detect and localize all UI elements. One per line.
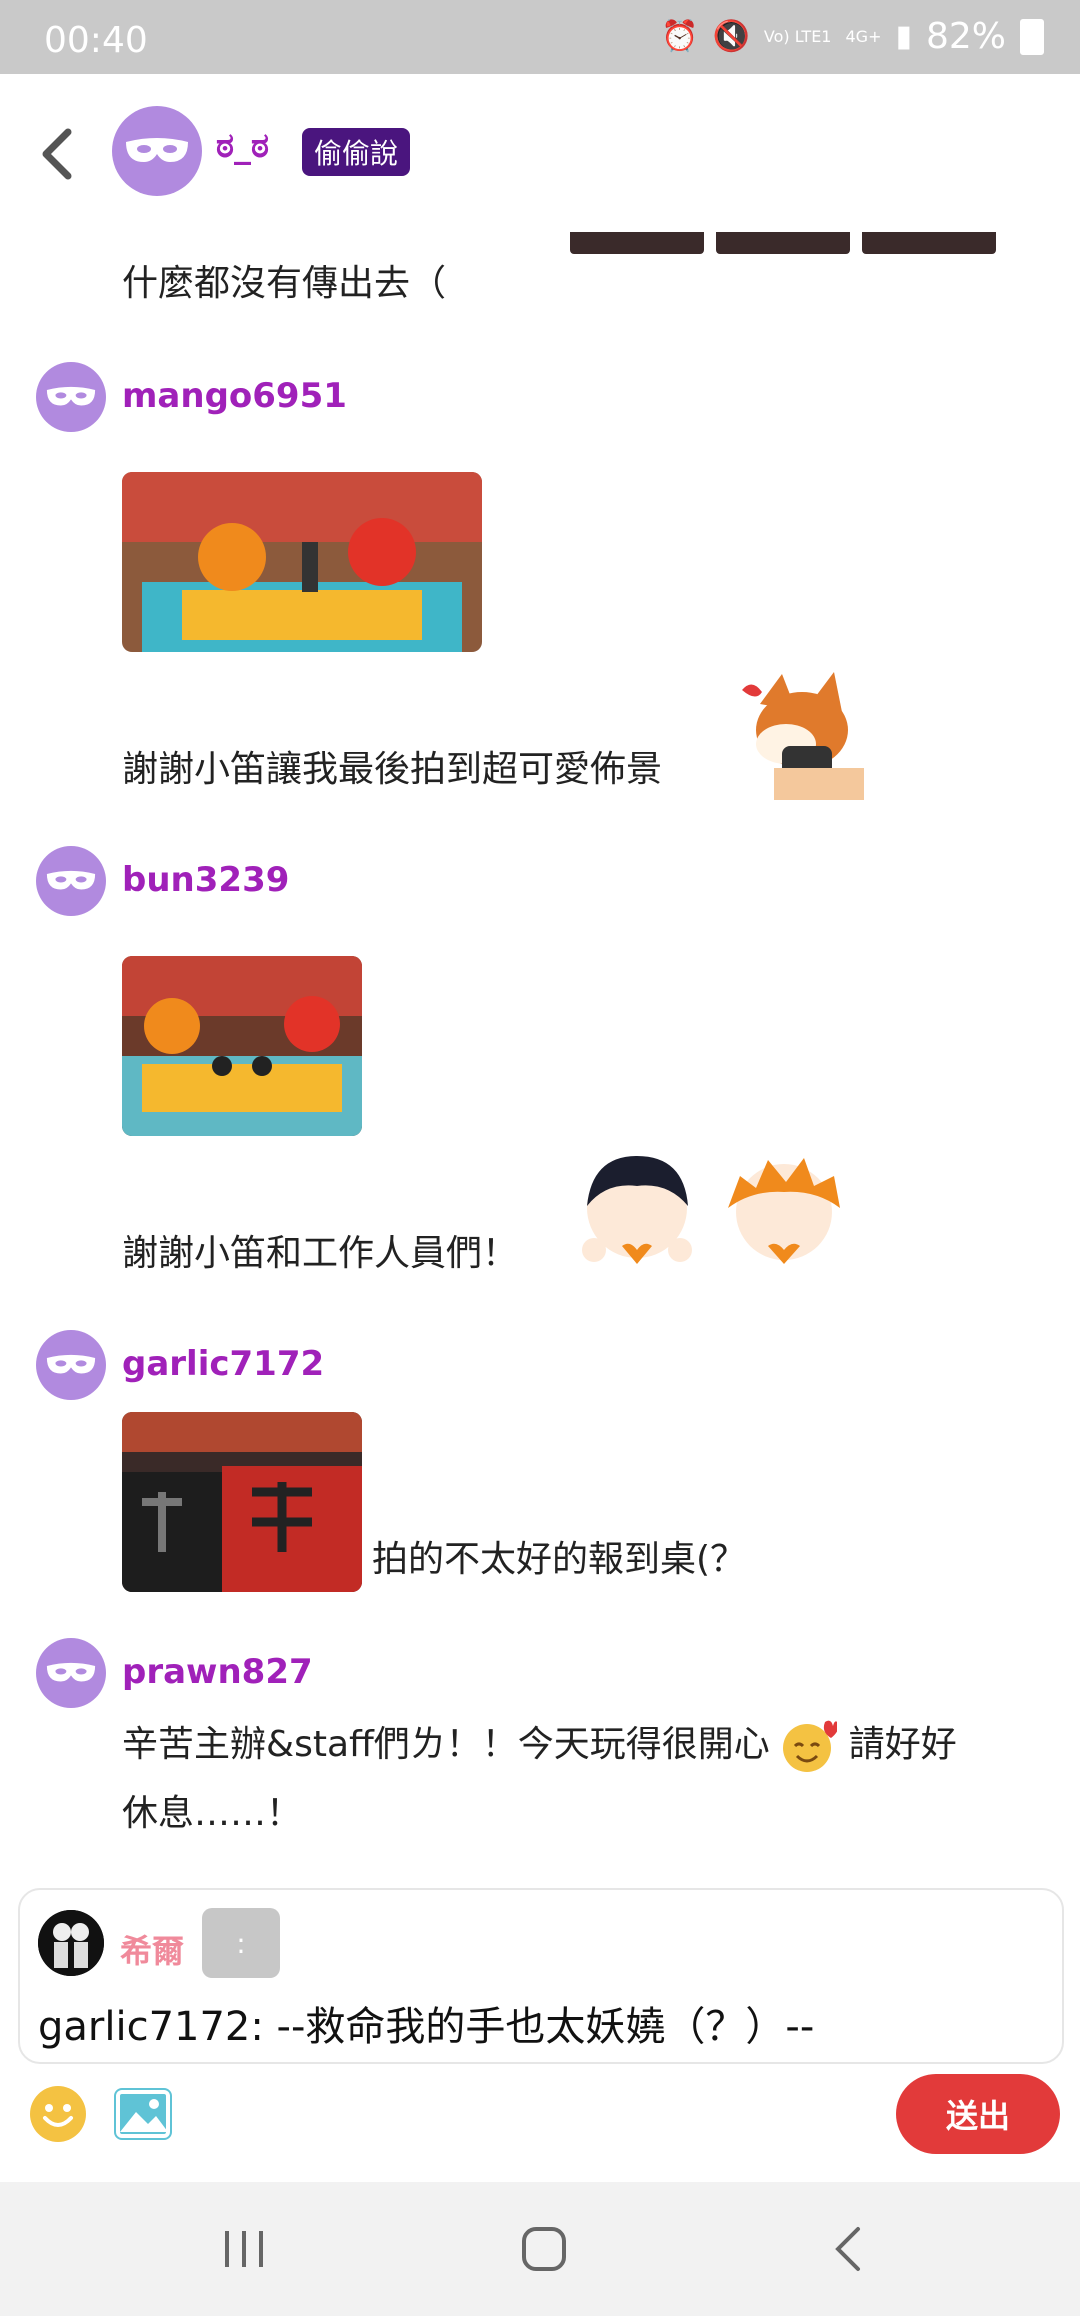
mute-icon: 🔇 (712, 19, 750, 54)
message-text: 什麼都沒有傳出去（ (122, 263, 447, 304)
message-photo[interactable] (122, 956, 362, 1136)
reply-user-avatar (38, 1910, 104, 1976)
compose-input[interactable]: garlic7172: --救命我的手也太妖嬈（？）-- (38, 1994, 814, 2052)
chat-header: ಠ_ಠ 偷偷說 (0, 74, 1080, 232)
message-photo[interactable] (122, 472, 482, 652)
send-button[interactable]: 送出 (896, 2074, 1060, 2154)
volte-indicator: Vo) LTE1 (763, 26, 832, 46)
network-type: 4G+ (845, 26, 882, 46)
message-photo[interactable] (122, 1412, 362, 1592)
message-photo[interactable] (716, 232, 850, 254)
board-avatar[interactable] (112, 106, 202, 196)
reply-chip[interactable]: : (202, 1908, 280, 1978)
fox-sticker (730, 664, 866, 800)
username[interactable]: bun3239 (122, 860, 289, 900)
message-text-part: 辛苦主辦&staff們ㄌ！！今天玩得很開心 (122, 1724, 770, 1765)
message-photo[interactable] (570, 232, 704, 254)
status-icons: ⏰ 🔇 Vo) LTE1 4G+ ▮ 82% (661, 16, 1044, 57)
home-icon[interactable] (484, 2182, 604, 2316)
message-text: 辛苦主辦&staff們ㄌ！！今天玩得很開心 請好好 (122, 1718, 957, 1774)
compose-box[interactable]: 希爾 : garlic7172: --救命我的手也太妖嬈（？）-- (18, 1888, 1064, 2064)
reply-username: 希爾 (120, 1932, 185, 1970)
message-text: 謝謝小笛和工作人員們！ (122, 1233, 519, 1274)
character-sticker-black-hair (572, 1146, 702, 1282)
message-photo[interactable] (862, 232, 996, 254)
user-avatar[interactable] (36, 1638, 106, 1708)
message-text: 謝謝小笛讓我最後拍到超可愛佈景 (122, 749, 663, 790)
nav-back-icon[interactable] (788, 2182, 908, 2316)
image-icon[interactable] (114, 2088, 172, 2140)
message-text-part: 請好好 (848, 1724, 957, 1765)
love-emoji-icon (781, 1718, 840, 1774)
board-tag[interactable]: 偷偷說 (302, 128, 411, 176)
board-name: ಠ_ಠ (216, 126, 269, 166)
recent-apps-icon[interactable] (184, 2182, 304, 2316)
username[interactable]: mango6951 (122, 376, 347, 416)
alarm-icon: ⏰ (661, 19, 699, 54)
status-bar: 00:40 ⏰ 🔇 Vo) LTE1 4G+ ▮ 82% (0, 0, 1080, 74)
message-text: 休息……！ (122, 1793, 303, 1834)
status-time: 00:40 (44, 20, 148, 61)
username[interactable]: prawn827 (122, 1652, 313, 1692)
battery-icon (1020, 18, 1044, 55)
user-avatar[interactable] (36, 846, 106, 916)
system-nav-bar (0, 2182, 1080, 2316)
smiley-icon[interactable] (30, 2086, 86, 2142)
battery-percent: 82% (925, 16, 1006, 57)
character-sticker-orange-hair (716, 1146, 852, 1282)
signal-icon: ▮ (895, 19, 912, 54)
back-arrow-icon[interactable] (34, 126, 84, 182)
user-avatar[interactable] (36, 1330, 106, 1400)
username[interactable]: garlic7172 (122, 1344, 324, 1384)
user-avatar[interactable] (36, 362, 106, 432)
message-text: 拍的不太好的報到桌(？ (372, 1539, 747, 1580)
